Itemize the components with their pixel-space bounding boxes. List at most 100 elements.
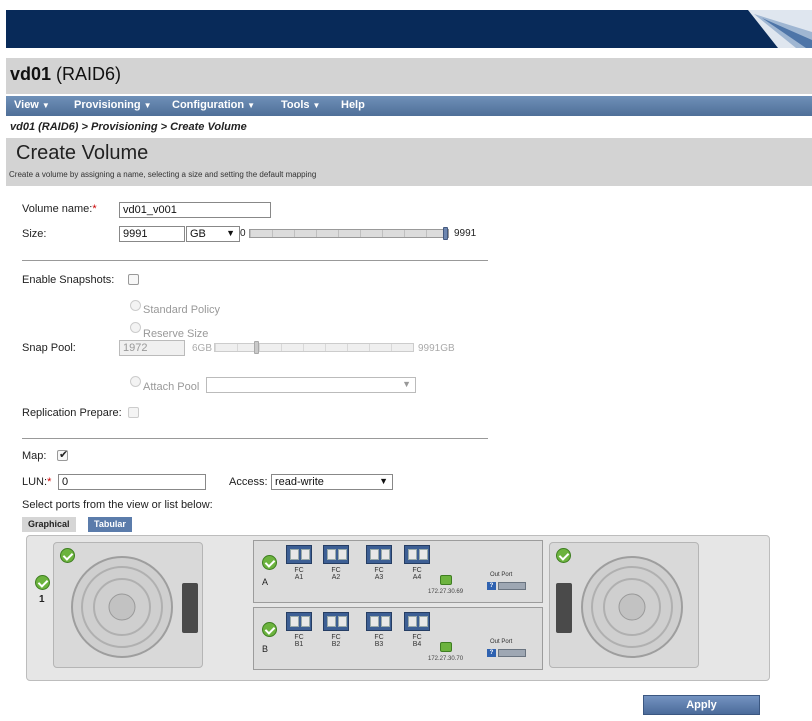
reserve-size-max: 9991GB: [418, 343, 455, 354]
snap-pool-label: Snap Pool:: [22, 342, 76, 354]
brand-logo: [748, 10, 812, 48]
controller-a-ip: 172.27.30.69: [428, 589, 464, 595]
out-port-b[interactable]: [498, 649, 526, 657]
divider: [22, 260, 488, 261]
panel-header: Create Volume Create a volume by assigni…: [6, 138, 812, 186]
power-supply-right[interactable]: [549, 542, 699, 668]
management-port-b[interactable]: [440, 642, 452, 652]
menu-configuration[interactable]: Configuration ▼: [172, 99, 255, 111]
chevron-down-icon: ▼: [402, 379, 411, 389]
vdisk-name: vd01: [10, 64, 52, 84]
select-ports-instruction: Select ports from the view or list below…: [22, 499, 213, 511]
menu-tools[interactable]: Tools ▼: [281, 99, 320, 111]
map-label: Map:: [22, 450, 47, 462]
port-b3-label: FC B3: [374, 634, 384, 648]
chevron-down-icon: ▼: [226, 228, 235, 238]
tab-graphical[interactable]: Graphical: [22, 517, 76, 532]
top-banner: [6, 10, 812, 48]
standard-policy-label: Standard Policy: [143, 304, 221, 316]
fan-icon: [71, 556, 198, 658]
enclosure-status-icon: [35, 575, 50, 590]
chevron-down-icon: ▼: [143, 101, 152, 110]
port-a3-label: FC A3: [374, 567, 384, 581]
power-supply-left[interactable]: [53, 542, 203, 668]
lun-input[interactable]: 0: [58, 474, 206, 490]
chevron-down-icon: ▼: [41, 101, 50, 110]
port-a4-label: FC A4: [412, 567, 422, 581]
breadcrumb: vd01 (RAID6) > Provisioning > Create Vol…: [10, 121, 247, 133]
psu-status-icon: [60, 548, 75, 563]
menu-view[interactable]: View ▼: [14, 99, 50, 111]
checkmark-icon: ✔: [59, 449, 69, 461]
divider: [22, 438, 488, 439]
attach-pool-radio[interactable]: [130, 376, 141, 387]
size-slider[interactable]: [249, 227, 449, 240]
volume-name-label: Volume name:*: [22, 203, 97, 215]
reserve-size-slider[interactable]: [214, 341, 414, 354]
map-checkbox[interactable]: ✔: [57, 449, 69, 461]
create-volume-form: Volume name:* vd01_v001 Size: 9991 GB ▼ 0…: [6, 186, 812, 721]
psu-status-icon: [556, 548, 571, 563]
controller-b-ip: 172.27.30.70: [428, 656, 464, 662]
port-b4-label: FC B4: [412, 634, 422, 648]
menu-provisioning[interactable]: Provisioning ▼: [74, 99, 152, 111]
port-b1[interactable]: [286, 612, 312, 631]
controller-b-status-icon: [262, 622, 277, 637]
port-b4[interactable]: [404, 612, 430, 631]
port-a1-label: FC A1: [294, 567, 304, 581]
port-b1-label: FC B1: [294, 634, 304, 648]
port-a2[interactable]: [323, 545, 349, 564]
size-unit-select[interactable]: GB ▼: [186, 226, 240, 242]
size-slider-thumb[interactable]: [443, 227, 448, 240]
controller-a-out-port-label: Out Port: [490, 572, 513, 578]
chevron-down-icon: ▼: [312, 101, 321, 110]
page-title: vd01 (RAID6): [10, 64, 121, 85]
access-select[interactable]: read-write ▼: [271, 474, 393, 490]
port-a4[interactable]: [404, 545, 430, 564]
reserve-size-label: Reserve Size: [143, 328, 209, 340]
enclosure-view: 1 A FC A1 FC A2 FC A3 FC A4 172.27.30.69…: [26, 535, 770, 681]
chevron-down-icon: ▼: [247, 101, 256, 110]
controller-a-letter: A: [262, 577, 269, 587]
size-min: 0: [240, 228, 246, 239]
page-title-bar: vd01 (RAID6): [6, 58, 812, 94]
panel-title: Create Volume: [16, 142, 149, 164]
controller-b: B FC B1 FC B2 FC B3 FC B4 172.27.30.70 Out P…: [253, 607, 543, 670]
port-a3[interactable]: [366, 545, 392, 564]
apply-button[interactable]: Apply: [643, 695, 760, 715]
tab-tabular[interactable]: Tabular: [88, 517, 132, 532]
enable-snapshots-checkbox[interactable]: [128, 274, 139, 285]
help-icon[interactable]: ?: [487, 649, 496, 657]
attach-pool-label: Attach Pool: [143, 381, 200, 393]
size-max: 9991: [454, 228, 477, 239]
size-label: Size:: [22, 228, 47, 240]
enclosure-slot-number: 1: [39, 594, 45, 605]
reserve-size-slider-thumb[interactable]: [254, 341, 259, 354]
reserve-size-min: 6GB: [192, 343, 213, 354]
raid-level: (RAID6): [56, 64, 122, 84]
replication-prepare-checkbox[interactable]: [128, 407, 139, 418]
management-port-a[interactable]: [440, 575, 452, 585]
port-b3[interactable]: [366, 612, 392, 631]
out-port-a[interactable]: [498, 582, 526, 590]
access-label: Access:: [229, 476, 268, 488]
port-a2-label: FC A2: [331, 567, 341, 581]
controller-b-letter: B: [262, 644, 269, 654]
volume-name-input[interactable]: vd01_v001: [119, 202, 271, 218]
menu-help[interactable]: Help: [341, 99, 365, 111]
port-a1[interactable]: [286, 545, 312, 564]
port-b2-label: FC B2: [331, 634, 341, 648]
help-icon[interactable]: ?: [487, 582, 496, 590]
reserve-size-radio[interactable]: [130, 322, 141, 333]
chevron-down-icon: ▼: [379, 476, 388, 486]
size-input[interactable]: 9991: [119, 226, 185, 242]
standard-policy-radio[interactable]: [130, 300, 141, 311]
reserve-size-input[interactable]: 1972: [119, 340, 185, 356]
menu-bar: View ▼ Provisioning ▼ Configuration ▼ Tools…: [6, 96, 812, 116]
panel-description: Create a volume by assigning a name, sel…: [9, 170, 317, 179]
port-b2[interactable]: [323, 612, 349, 631]
fan-icon: [556, 556, 683, 658]
attach-pool-select[interactable]: ▼: [206, 377, 416, 393]
controller-a-status-icon: [262, 555, 277, 570]
controller-b-out-port-label: Out Port: [490, 639, 513, 645]
